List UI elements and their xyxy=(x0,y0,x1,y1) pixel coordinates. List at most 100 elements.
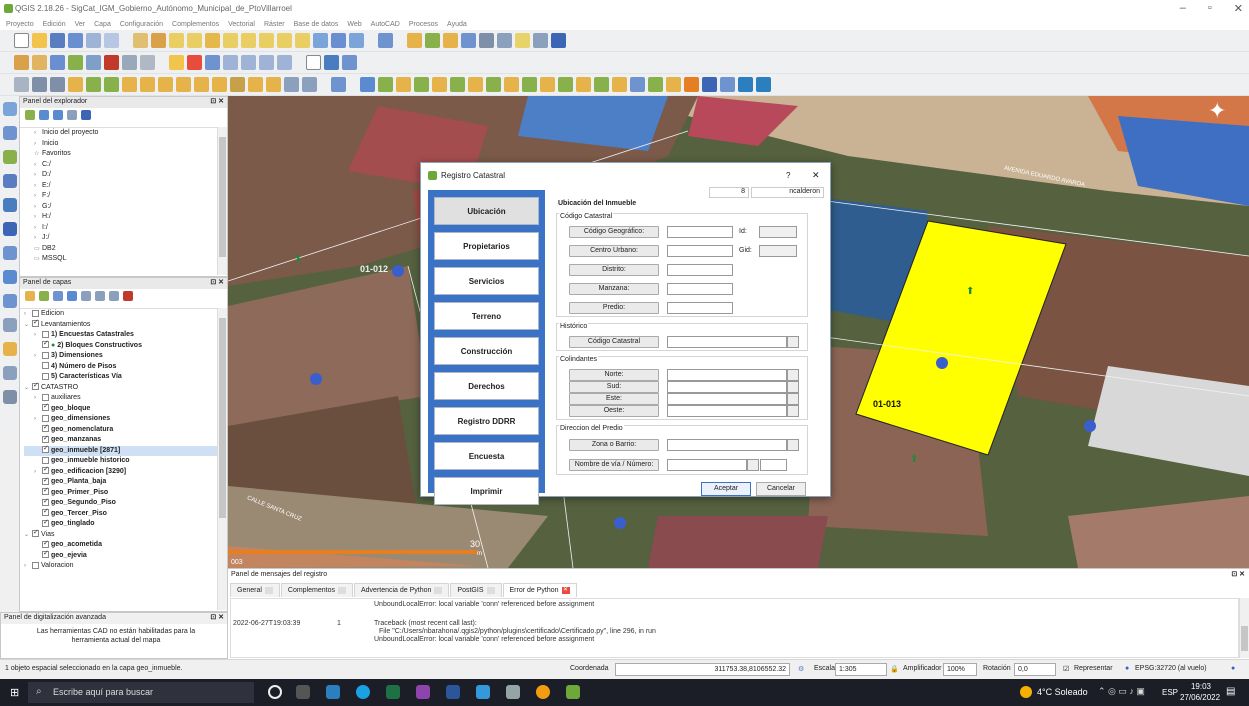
zoom-next-icon[interactable] xyxy=(295,33,310,48)
label-rotate-icon[interactable] xyxy=(241,55,256,70)
predio-input[interactable] xyxy=(667,302,733,314)
filter-legend-icon[interactable] xyxy=(67,291,77,301)
plugin-11-icon[interactable] xyxy=(558,77,573,92)
zona-barrio-button[interactable] xyxy=(787,439,799,451)
add-spatialite-icon[interactable] xyxy=(3,174,17,188)
scale-field[interactable]: 1:305 xyxy=(835,663,887,676)
explorer-item[interactable]: › C:/ xyxy=(34,160,217,171)
rotate-symbols-icon[interactable] xyxy=(284,77,299,92)
close-window-button[interactable]: ✕ xyxy=(1234,2,1243,15)
layer-item[interactable]: 4) Número de Pisos xyxy=(24,362,217,373)
plugin-17-icon[interactable] xyxy=(666,77,681,92)
zona-barrio-input[interactable] xyxy=(667,439,787,451)
plugin-18-icon[interactable] xyxy=(684,77,699,92)
layer-item[interactable]: geo_bloque xyxy=(24,402,217,415)
taskbar-app-icon[interactable] xyxy=(476,685,490,699)
plugin-16-icon[interactable] xyxy=(648,77,663,92)
explorer-scrollbar[interactable] xyxy=(217,127,227,275)
help-icon[interactable] xyxy=(551,33,566,48)
zoom-in-icon[interactable] xyxy=(169,33,184,48)
crs-status[interactable]: EPSG:32720 (al vuelo) xyxy=(1135,665,1207,672)
layer-item[interactable]: › 1) Encuestas Catastrales xyxy=(24,330,217,341)
layer-item[interactable]: › geo_dimensiones xyxy=(24,414,217,425)
add-postgis-icon[interactable] xyxy=(3,150,17,164)
new-project-icon[interactable] xyxy=(14,33,29,48)
minimize-button[interactable]: – xyxy=(1180,2,1186,15)
move-feature-icon[interactable] xyxy=(86,55,101,70)
plugin-8-icon[interactable] xyxy=(504,77,519,92)
layer-item[interactable]: geo_Planta_baja xyxy=(24,476,217,488)
nav-terreno[interactable]: Terreno xyxy=(434,302,539,330)
menu-base-de-datos[interactable]: Base de datos xyxy=(294,21,339,28)
add-mssql-icon[interactable] xyxy=(3,198,17,212)
undo-icon[interactable] xyxy=(32,77,47,92)
add-part-icon[interactable] xyxy=(104,77,119,92)
cortana-icon[interactable] xyxy=(268,685,282,699)
add-vector-layer-icon[interactable] xyxy=(3,102,17,116)
deselect-icon[interactable] xyxy=(443,33,458,48)
delete-ring-icon[interactable] xyxy=(140,77,155,92)
manage-visibility-icon[interactable] xyxy=(53,291,63,301)
clock-date[interactable]: 27/06/2022 xyxy=(1180,693,1220,702)
plugin-13-icon[interactable] xyxy=(594,77,609,92)
plugin-6-icon[interactable] xyxy=(468,77,483,92)
menu-configuracion[interactable]: Configuración xyxy=(120,21,163,28)
split-parts-icon[interactable] xyxy=(230,77,245,92)
rotation-field[interactable]: 0,0 xyxy=(1014,663,1056,676)
plugin-1-icon[interactable] xyxy=(378,77,393,92)
nav-registro-ddrr[interactable]: Registro DDRR xyxy=(434,407,539,435)
tab-python-error[interactable]: Error de Python ✕ xyxy=(502,583,577,597)
zoom-to-layer-icon[interactable] xyxy=(259,33,274,48)
add-selected-icon[interactable] xyxy=(25,110,35,120)
add-wms-layer-icon[interactable] xyxy=(3,246,17,260)
label-icon[interactable] xyxy=(169,55,184,70)
plugin-4-icon[interactable] xyxy=(432,77,447,92)
layer-item[interactable]: geo_acometida xyxy=(24,539,217,551)
plugin-12-icon[interactable] xyxy=(576,77,591,92)
lock-scale-icon[interactable]: 🔒 xyxy=(890,665,899,673)
layer-item[interactable]: › Edicion xyxy=(24,309,217,320)
plugin-21-icon[interactable] xyxy=(738,77,753,92)
tab-complementos[interactable]: Complementos xyxy=(280,583,353,597)
menu-capa[interactable]: Capa xyxy=(94,21,111,28)
filter-expression-icon[interactable] xyxy=(81,291,91,301)
centro-urbano-input[interactable] xyxy=(667,245,733,257)
bookmark-icon[interactable] xyxy=(331,33,346,48)
menu-proyecto[interactable]: Proyecto xyxy=(6,21,34,28)
plugin-22-icon[interactable] xyxy=(756,77,771,92)
save-as-icon[interactable] xyxy=(68,33,83,48)
plugin-3-icon[interactable] xyxy=(414,77,429,92)
tray-icons[interactable]: ⌃ ◎ ▭ ♪ ▣ xyxy=(1098,686,1145,697)
este-input[interactable] xyxy=(667,393,787,405)
clock-time[interactable]: 19:03 xyxy=(1184,682,1218,691)
layer-item[interactable]: ›geo_edificacion [3290] xyxy=(24,465,217,478)
dialog-close-button[interactable]: ✕ xyxy=(812,170,820,181)
manzana-input[interactable] xyxy=(667,283,733,295)
layer-item[interactable]: geo_Primer_Piso xyxy=(24,486,217,499)
language-indicator[interactable]: ESP xyxy=(1162,688,1178,697)
plugin-7-icon[interactable] xyxy=(486,77,501,92)
edge-icon[interactable] xyxy=(356,685,370,699)
chrome-icon[interactable] xyxy=(536,685,550,699)
este-scroll[interactable] xyxy=(787,393,799,405)
label-show-icon[interactable] xyxy=(205,55,220,70)
nav-ubicacion[interactable]: Ubicación xyxy=(434,197,539,225)
csv-layer-icon[interactable] xyxy=(306,55,321,70)
reshape-icon[interactable] xyxy=(176,77,191,92)
map-tips-icon[interactable] xyxy=(515,33,530,48)
explorer-item[interactable]: › D:/ xyxy=(34,170,217,181)
plugin-20-icon[interactable] xyxy=(720,77,735,92)
open-project-icon[interactable] xyxy=(32,33,47,48)
word-icon[interactable] xyxy=(446,685,460,699)
composer-manager-icon[interactable] xyxy=(104,33,119,48)
nav-imprimir[interactable]: Imprimir xyxy=(434,477,539,505)
save-edits-icon[interactable] xyxy=(50,55,65,70)
filter-browser-icon[interactable] xyxy=(53,110,63,120)
crs-icon[interactable]: ● xyxy=(1125,665,1129,672)
id-input[interactable] xyxy=(759,226,797,238)
current-edits-icon[interactable] xyxy=(14,55,29,70)
cut-features-icon[interactable] xyxy=(140,55,155,70)
node-tool-icon[interactable] xyxy=(104,55,119,70)
tab-postgis[interactable]: PostGIS xyxy=(450,583,502,597)
plugin-5-icon[interactable] xyxy=(450,77,465,92)
